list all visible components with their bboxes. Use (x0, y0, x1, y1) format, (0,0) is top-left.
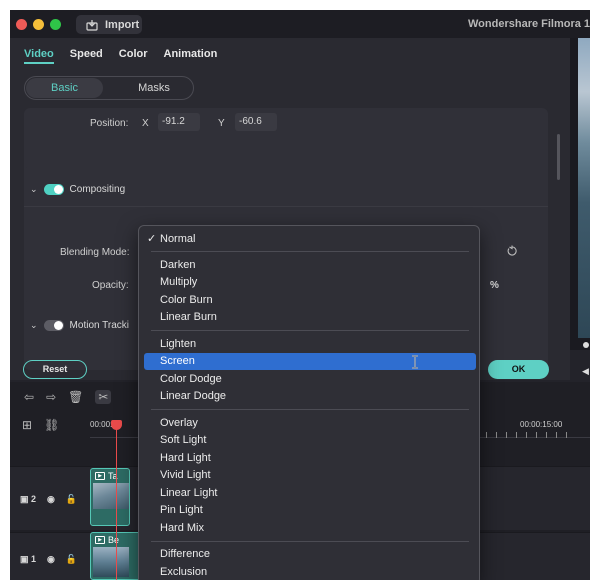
minimize-window-button[interactable] (33, 19, 44, 30)
track-1-label: ▣ 1 (20, 554, 37, 564)
position-label: Position: (90, 118, 129, 129)
blending-mode-label: Blending Mode: (60, 247, 130, 258)
menu-item-hard-light[interactable]: Hard Light (144, 450, 476, 467)
tab-color[interactable]: Color (119, 48, 148, 64)
chevron-down-icon: ⌄ (30, 320, 38, 330)
menu-item-hard-mix[interactable]: Hard Mix (144, 520, 476, 537)
menu-item-exclusion[interactable]: Exclusion (144, 564, 476, 580)
close-window-button[interactable] (16, 19, 27, 30)
text-cursor-icon (412, 355, 418, 369)
import-icon (86, 19, 98, 31)
play-icon[interactable]: ◀ (582, 366, 589, 377)
menu-item-color-burn[interactable]: Color Burn (144, 292, 476, 309)
video-icon: ▶ (95, 536, 105, 544)
menu-separator (151, 330, 469, 331)
ruler-ticks (476, 432, 576, 438)
menu-item-soft-light[interactable]: Soft Light (144, 432, 476, 449)
menu-item-vivid-light[interactable]: Vivid Light (144, 467, 476, 484)
position-x-label: X (142, 118, 149, 129)
tab-video[interactable]: Video (24, 48, 54, 64)
track-2-label: ▣ 2 (20, 494, 37, 504)
subtab-masks[interactable]: Masks (125, 78, 183, 98)
position-y-field[interactable]: -60.6 (235, 113, 277, 131)
motion-tracking-title: Motion Tracki (69, 320, 130, 331)
timeline-toolbar: ⇦ ⇨ 🗑 ✂ (24, 390, 112, 404)
compositing-title: Compositing (69, 184, 126, 195)
position-y-label: Y (218, 118, 225, 129)
undo-icon[interactable]: ⇦ (24, 390, 34, 404)
import-label: Import (105, 18, 140, 31)
divider (24, 206, 548, 207)
link-icon[interactable]: ⛓ (44, 418, 59, 432)
clip-thumbnail (93, 547, 129, 577)
zoom-window-button[interactable] (50, 19, 61, 30)
menu-item-linear-dodge[interactable]: Linear Dodge (144, 388, 476, 405)
track-2-controls: ▣ 2 ◉ 🔓 (20, 494, 77, 505)
import-button[interactable]: Import (76, 15, 142, 34)
preview-image (578, 38, 590, 338)
menu-item-normal[interactable]: ✓ Normal (144, 231, 476, 248)
add-track-icon[interactable]: ⊞ (22, 418, 32, 432)
menu-item-screen[interactable]: Screen (144, 353, 476, 370)
redo-icon[interactable]: ⇨ (46, 390, 56, 404)
menu-separator (151, 541, 469, 542)
menu-item-color-dodge[interactable]: Color Dodge (144, 371, 476, 388)
opacity-unit: % (490, 280, 499, 291)
clip-thumbnail (93, 483, 129, 509)
clip-label: ▶ Ta (95, 471, 118, 481)
basic-masks-switch: Basic Masks (24, 76, 194, 100)
checkmark-icon: ✓ (147, 233, 157, 245)
filmora-window: Import Wondershare Filmora 1 Video Speed… (10, 10, 590, 580)
menu-separator (151, 251, 469, 252)
position-x-field[interactable]: -91.2 (158, 113, 200, 131)
menu-item-linear-light[interactable]: Linear Light (144, 485, 476, 502)
blending-mode-menu: ✓ Normal Darken Multiply Color Burn Linea… (138, 225, 480, 580)
menu-separator (151, 409, 469, 410)
menu-item-linear-burn[interactable]: Linear Burn (144, 309, 476, 326)
chevron-down-icon: ⌄ (30, 184, 38, 194)
app-title: Wondershare Filmora 1 (468, 18, 590, 30)
subtab-basic[interactable]: Basic (26, 78, 103, 98)
ok-button[interactable]: OK (488, 360, 549, 379)
scissors-icon[interactable]: ✂ (95, 390, 112, 404)
panel-scrollbar[interactable] (557, 134, 560, 180)
reset-icon[interactable] (506, 245, 518, 257)
menu-item-overlay[interactable]: Overlay (144, 415, 476, 432)
tab-speed[interactable]: Speed (70, 48, 103, 64)
compositing-toggle[interactable] (43, 184, 64, 195)
menu-item-lighten[interactable]: Lighten (144, 336, 476, 353)
video-clip-track-2[interactable]: ▶ Ta (90, 468, 130, 526)
menu-item-multiply[interactable]: Multiply (144, 274, 476, 291)
lock-icon[interactable]: 🔓 (66, 554, 77, 565)
opacity-label: Opacity: (92, 280, 129, 291)
lock-icon[interactable]: 🔓 (66, 494, 77, 505)
tab-animation[interactable]: Animation (164, 48, 218, 64)
track-tools: ⊞ ⛓ (22, 418, 59, 432)
eye-icon[interactable]: ◉ (47, 554, 55, 565)
property-tabs: Video Speed Color Animation (24, 48, 217, 64)
menu-item-pin-light[interactable]: Pin Light (144, 502, 476, 519)
track-1-controls: ▣ 1 ◉ 🔓 (20, 554, 77, 565)
preview-scrubber-handle[interactable] (583, 342, 589, 348)
menu-item-difference[interactable]: Difference (144, 546, 476, 563)
timecode-mark: 00:00:15:00 (520, 420, 563, 429)
motion-tracking-toggle[interactable] (43, 320, 64, 331)
reset-button[interactable]: Reset (23, 360, 87, 379)
title-bar: Import Wondershare Filmora 1 (10, 10, 590, 38)
video-icon: ▶ (95, 472, 105, 480)
eye-icon[interactable]: ◉ (47, 494, 55, 505)
compositing-header[interactable]: ⌄ Compositing (30, 184, 125, 195)
playhead-line (116, 422, 117, 580)
trash-icon[interactable]: 🗑 (68, 390, 83, 404)
motion-tracking-header[interactable]: ⌄ Motion Tracki (30, 320, 129, 331)
menu-item-darken[interactable]: Darken (144, 257, 476, 274)
